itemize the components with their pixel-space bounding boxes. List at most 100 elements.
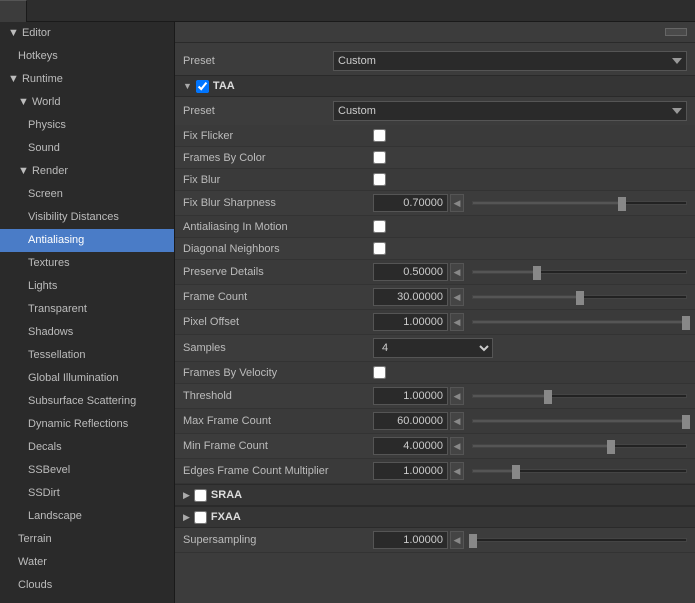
sidebar-item-decals[interactable]: Decals: [0, 436, 174, 459]
taa-section-header[interactable]: ▼ TAA: [175, 75, 695, 97]
supersampling-arrow[interactable]: ◀: [450, 531, 464, 549]
setting-row-pixel-offset: Pixel Offset ◀: [175, 310, 695, 335]
setting-row-antialiasing-in-motion: Antialiasing In Motion: [175, 216, 695, 238]
sidebar-item-transparent[interactable]: Transparent: [0, 298, 174, 321]
fxaa-enable-checkbox[interactable]: [194, 511, 207, 524]
setting-label-0: Fix Flicker: [183, 130, 373, 142]
sraa-collapse-arrow[interactable]: ▶: [183, 490, 190, 501]
slider-container-3[interactable]: [472, 201, 687, 205]
sidebar-item-ssdirt[interactable]: SSDirt: [0, 482, 174, 505]
slider-container-6[interactable]: [472, 270, 687, 274]
sidebar-item-antialiasing[interactable]: Antialiasing: [0, 229, 174, 252]
save-as-new-button[interactable]: [665, 28, 687, 36]
fxaa-collapse-arrow[interactable]: ▶: [183, 512, 190, 523]
setting-value-6: ◀: [373, 263, 687, 281]
supersampling-num-container: ◀: [373, 531, 464, 549]
sidebar-item-global-illumination[interactable]: Global Illumination: [0, 367, 174, 390]
supersampling-slider-container[interactable]: [472, 538, 687, 542]
slider-thumb-14[interactable]: [512, 465, 520, 479]
num-input-8[interactable]: [373, 313, 448, 331]
sidebar-item-clouds[interactable]: Clouds: [0, 574, 174, 597]
num-input-container-12: ◀: [373, 412, 464, 430]
slider-container-11[interactable]: [472, 394, 687, 398]
num-input-6[interactable]: [373, 263, 448, 281]
checkbox-10[interactable]: [373, 366, 386, 379]
num-input-12[interactable]: [373, 412, 448, 430]
slider-thumb-7[interactable]: [576, 291, 584, 305]
sidebar-item-subsurface-scattering[interactable]: Subsurface Scattering: [0, 390, 174, 413]
num-input-7[interactable]: [373, 288, 448, 306]
supersampling-label: Supersampling: [183, 534, 373, 546]
num-arrow-7[interactable]: ◀: [450, 288, 464, 306]
sidebar-item-lights[interactable]: Lights: [0, 275, 174, 298]
slider-container-14[interactable]: [472, 469, 687, 473]
right-panel: Preset Custom ▼ TAA Preset Custom Fix Fl…: [175, 22, 695, 603]
slider-track-7: [472, 295, 687, 299]
sidebar-item-visibility-distances[interactable]: Visibility Distances: [0, 206, 174, 229]
sidebar-item-sound[interactable]: Sound: [0, 137, 174, 160]
sidebar-item-hotkeys[interactable]: Hotkeys: [0, 45, 174, 68]
checkbox-0[interactable]: [373, 129, 386, 142]
num-arrow-3[interactable]: ◀: [450, 194, 464, 212]
checkbox-4[interactable]: [373, 220, 386, 233]
slider-thumb-3[interactable]: [618, 197, 626, 211]
num-input-3[interactable]: [373, 194, 448, 212]
settings-tab[interactable]: [0, 0, 27, 22]
taa-preset-row: Preset Custom: [175, 97, 695, 125]
global-preset-dropdown[interactable]: Custom: [333, 51, 687, 71]
sidebar-item-physics[interactable]: Physics: [0, 114, 174, 137]
num-arrow-14[interactable]: ◀: [450, 462, 464, 480]
sidebar-item-editor[interactable]: ▼ Editor: [0, 22, 174, 45]
setting-row-fix-blur: Fix Blur: [175, 169, 695, 191]
sidebar-item-terrain[interactable]: Terrain: [0, 528, 174, 551]
slider-thumb-8[interactable]: [682, 316, 690, 330]
setting-value-3: ◀: [373, 194, 687, 212]
sidebar-item-water[interactable]: Water: [0, 551, 174, 574]
num-arrow-13[interactable]: ◀: [450, 437, 464, 455]
slider-container-12[interactable]: [472, 419, 687, 423]
num-input-14[interactable]: [373, 462, 448, 480]
taa-collapse-arrow[interactable]: ▼: [183, 81, 192, 91]
setting-row-frames-by-velocity: Frames By Velocity: [175, 362, 695, 384]
slider-container-7[interactable]: [472, 295, 687, 299]
slider-thumb-6[interactable]: [533, 266, 541, 280]
setting-row-fix-flicker: Fix Flicker: [175, 125, 695, 147]
taa-preset-dropdown[interactable]: Custom: [333, 101, 687, 121]
slider-track-8: [472, 320, 687, 324]
checkbox-1[interactable]: [373, 151, 386, 164]
sidebar-item-ssb[interactable]: SSBevel: [0, 459, 174, 482]
sidebar-item-render[interactable]: ▼ Render: [0, 160, 174, 183]
num-input-11[interactable]: [373, 387, 448, 405]
num-arrow-11[interactable]: ◀: [450, 387, 464, 405]
supersampling-slider-track: [472, 538, 687, 542]
fxaa-section-header[interactable]: ▶ FXAA: [175, 506, 695, 528]
num-input-13[interactable]: [373, 437, 448, 455]
setting-label-13: Min Frame Count: [183, 440, 373, 452]
slider-thumb-12[interactable]: [682, 415, 690, 429]
sidebar-item-world[interactable]: ▼ World: [0, 91, 174, 114]
sraa-enable-checkbox[interactable]: [194, 489, 207, 502]
slider-container-8[interactable]: [472, 320, 687, 324]
supersampling-slider-thumb[interactable]: [469, 534, 477, 548]
sraa-section-header[interactable]: ▶ SRAA: [175, 484, 695, 506]
num-arrow-8[interactable]: ◀: [450, 313, 464, 331]
checkbox-2[interactable]: [373, 173, 386, 186]
sidebar-item-tessellation[interactable]: Tessellation: [0, 344, 174, 367]
checkbox-5[interactable]: [373, 242, 386, 255]
samples-dropdown[interactable]: 4: [373, 338, 493, 358]
settings-content: Preset Custom ▼ TAA Preset Custom Fix Fl…: [175, 43, 695, 603]
sidebar-item-runtime[interactable]: ▼ Runtime: [0, 68, 174, 91]
slider-thumb-11[interactable]: [544, 390, 552, 404]
sidebar-item-landscape[interactable]: Landscape: [0, 505, 174, 528]
slider-thumb-13[interactable]: [607, 440, 615, 454]
slider-container-13[interactable]: [472, 444, 687, 448]
sidebar-item-screen[interactable]: Screen: [0, 183, 174, 206]
taa-enable-checkbox[interactable]: [196, 80, 209, 93]
sidebar-item-textures[interactable]: Textures: [0, 252, 174, 275]
supersampling-input[interactable]: [373, 531, 448, 549]
num-arrow-6[interactable]: ◀: [450, 263, 464, 281]
num-arrow-12[interactable]: ◀: [450, 412, 464, 430]
sidebar-item-dynamic-reflections[interactable]: Dynamic Reflections: [0, 413, 174, 436]
sidebar-item-shadows[interactable]: Shadows: [0, 321, 174, 344]
sidebar-item-vegetation[interactable]: Vegetation: [0, 597, 174, 603]
